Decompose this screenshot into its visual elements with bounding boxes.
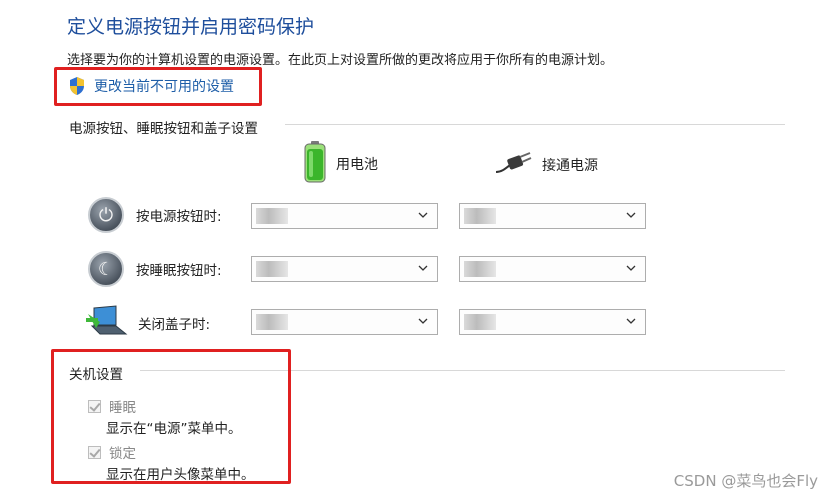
column-plugged: 接通电源	[494, 152, 598, 178]
sleep-button-plugged-select[interactable]	[459, 256, 646, 282]
chevron-down-icon	[626, 318, 636, 324]
chevron-down-icon	[626, 265, 636, 271]
battery-icon	[304, 141, 326, 187]
page-title: 定义电源按钮并启用密码保护	[67, 16, 315, 38]
chevron-down-icon	[626, 212, 636, 218]
power-button-plugged-select[interactable]	[459, 203, 646, 229]
highlight-box-shutdown	[51, 349, 291, 484]
row-lid-close-label: 关闭盖子时:	[138, 317, 211, 333]
column-battery-label: 用电池	[336, 157, 378, 173]
chevron-down-icon	[418, 318, 428, 324]
row-power-button-label: 按电源按钮时:	[136, 209, 222, 225]
chevron-down-icon	[418, 212, 428, 218]
column-plugged-label: 接通电源	[542, 158, 598, 174]
select-value	[256, 261, 288, 277]
section-divider	[285, 124, 785, 125]
row-lid-close: 关闭盖子时:	[86, 304, 210, 342]
page-description: 选择要为你的计算机设置的电源设置。在此页上对设置所做的更改将应用于你所有的电源计…	[67, 53, 614, 68]
laptop-lid-icon	[86, 304, 128, 342]
select-value	[464, 208, 496, 224]
watermark: CSDN @菜鸟也会Fly	[673, 472, 818, 490]
sleep-button-icon: ☾	[88, 251, 124, 287]
row-power-button: ⏻ 按电源按钮时:	[88, 197, 222, 233]
select-value	[256, 208, 288, 224]
lid-close-battery-select[interactable]	[251, 309, 438, 335]
lid-close-plugged-select[interactable]	[459, 309, 646, 335]
power-section-title: 电源按钮、睡眠按钮和盖子设置	[69, 121, 258, 137]
column-battery: 用电池	[304, 141, 378, 187]
row-sleep-button-label: 按睡眠按钮时:	[136, 263, 222, 279]
plug-icon	[494, 152, 532, 178]
sleep-button-battery-select[interactable]	[251, 256, 438, 282]
chevron-down-icon	[418, 265, 428, 271]
power-button-battery-select[interactable]	[251, 203, 438, 229]
highlight-box-link	[54, 67, 262, 106]
select-value	[256, 314, 288, 330]
row-sleep-button: ☾ 按睡眠按钮时:	[88, 251, 222, 287]
select-value	[464, 314, 496, 330]
select-value	[464, 261, 496, 277]
power-button-icon: ⏻	[88, 197, 124, 233]
